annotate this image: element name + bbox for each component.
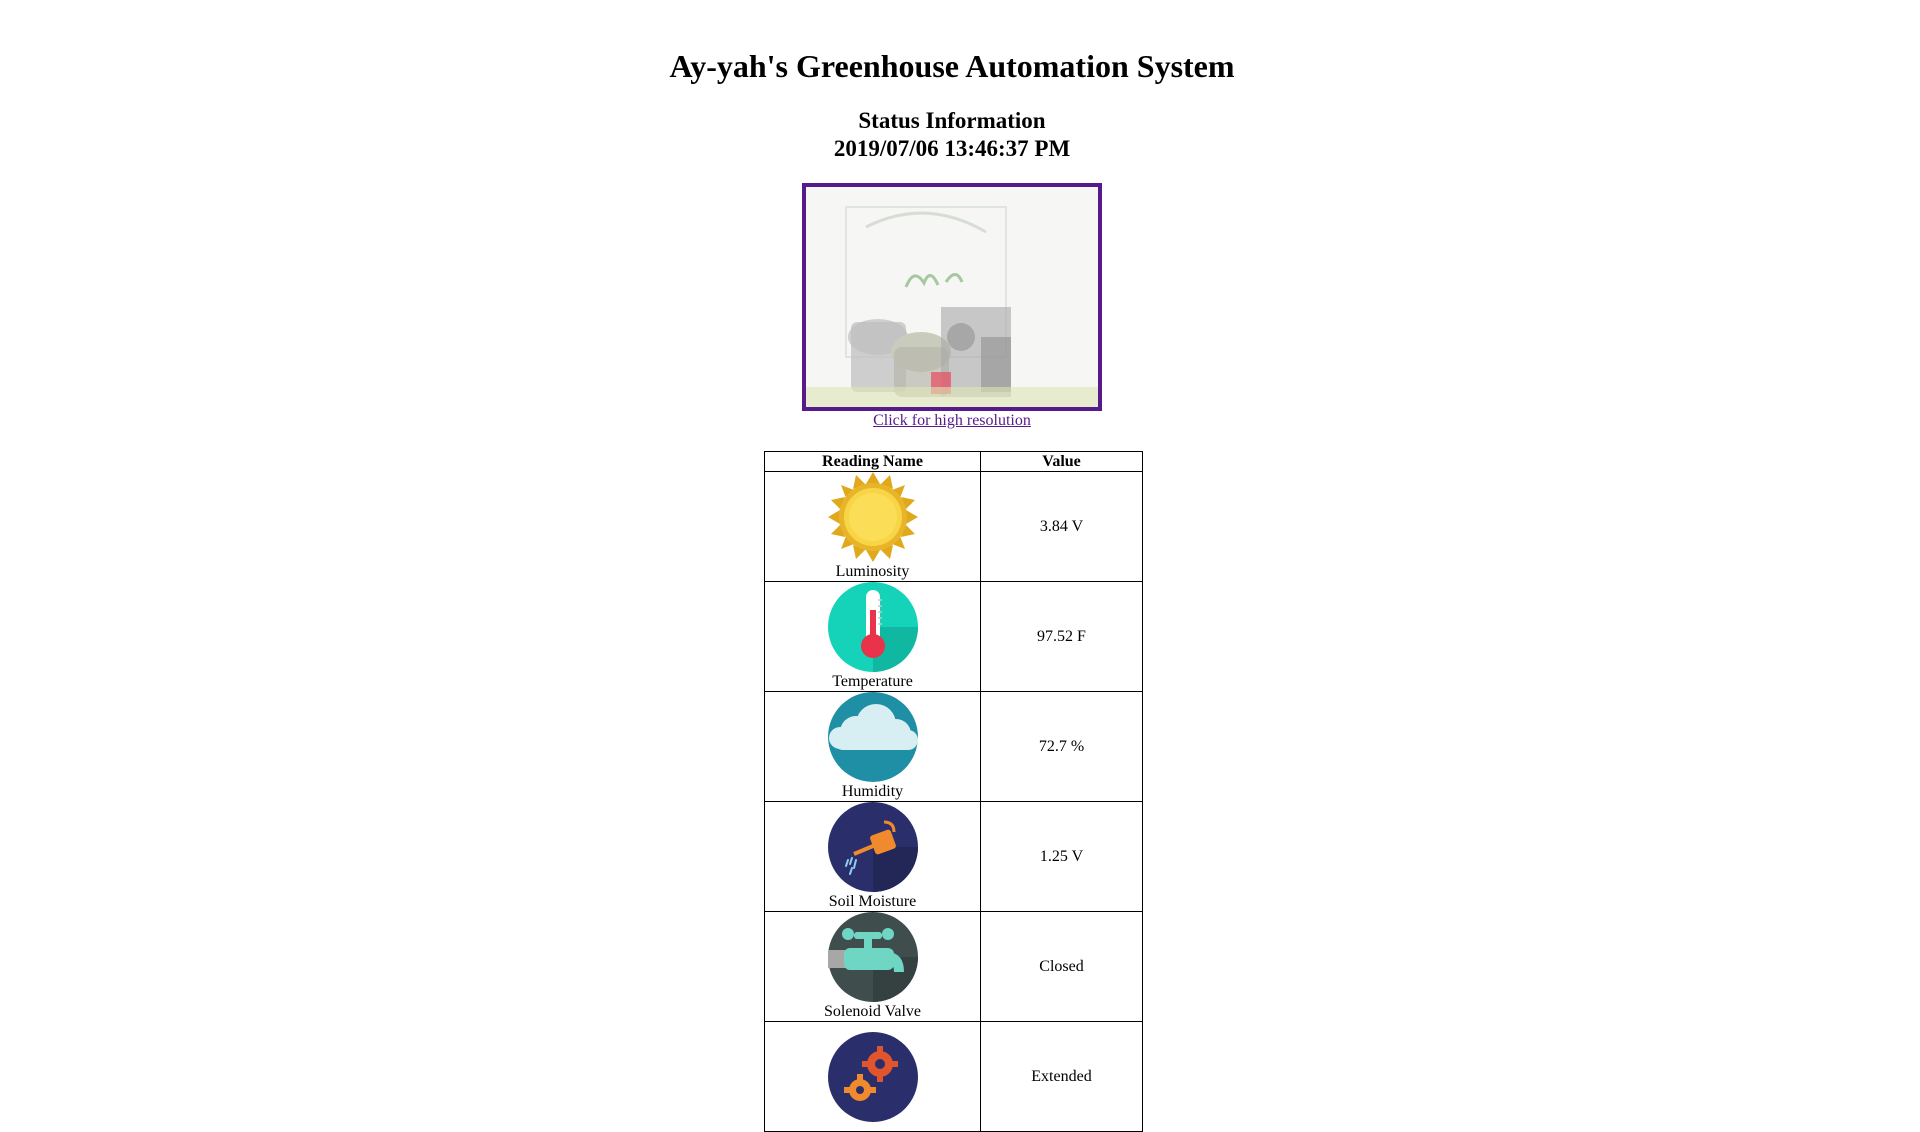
header-value: Value [980, 451, 1143, 472]
header-reading-name: Reading Name [764, 451, 981, 472]
table-row: Extended [764, 1021, 1143, 1132]
table-row: Humidity 72.7 % [764, 691, 1143, 802]
reading-label: Luminosity [835, 563, 910, 580]
reading-name-cell: Humidity [764, 691, 981, 802]
reading-name-cell [764, 1021, 981, 1132]
status-timestamp: 2019/07/06 13:46:37 PM [833, 136, 1071, 161]
reading-value: 1.25 V [980, 801, 1143, 912]
camera-image-link[interactable] [802, 183, 1102, 411]
faucet-icon [827, 912, 918, 1002]
table-header-row: Reading Name Value [764, 451, 1143, 472]
reading-value: Closed [980, 911, 1143, 1022]
reading-name-cell: Luminosity [764, 471, 981, 582]
reading-value: 72.7 % [980, 691, 1143, 802]
reading-name-cell: Solenoid Valve [764, 911, 981, 1022]
reading-label: Temperature [832, 673, 913, 690]
reading-label: Soil Moisture [828, 893, 917, 910]
reading-value: 3.84 V [980, 471, 1143, 582]
status-block: Status Information 2019/07/06 13:46:37 P… [0, 107, 1904, 163]
reading-name-cell: Soil Moisture [764, 801, 981, 912]
reading-value: 97.52 F [980, 581, 1143, 692]
high-res-caption: Click for high resolution [0, 411, 1904, 431]
watering-can-icon [827, 802, 918, 892]
table-row: Solenoid Valve Closed [764, 911, 1143, 1022]
reading-value: Extended [980, 1021, 1143, 1132]
readings-table: Reading Name Value Luminosity 3.84 V Tem… [764, 451, 1143, 1132]
reading-name-cell: Temperature [764, 581, 981, 692]
gears-icon [827, 1031, 918, 1122]
status-heading: Status Information [858, 108, 1046, 133]
reading-label: Humidity [841, 783, 904, 800]
sun-icon [827, 472, 918, 562]
table-row: Luminosity 3.84 V [764, 471, 1143, 582]
page-title: Ay-yah's Greenhouse Automation System [669, 48, 1235, 84]
reading-label: Solenoid Valve [823, 1003, 922, 1020]
table-row: Temperature 97.52 F [764, 581, 1143, 692]
rain-cloud-icon [827, 692, 918, 782]
high-resolution-link[interactable]: Click for high resolution [873, 412, 1031, 429]
thermometer-icon [827, 582, 918, 672]
table-row: Soil Moisture 1.25 V [764, 801, 1143, 912]
camera-snapshot[interactable] [802, 183, 1102, 411]
